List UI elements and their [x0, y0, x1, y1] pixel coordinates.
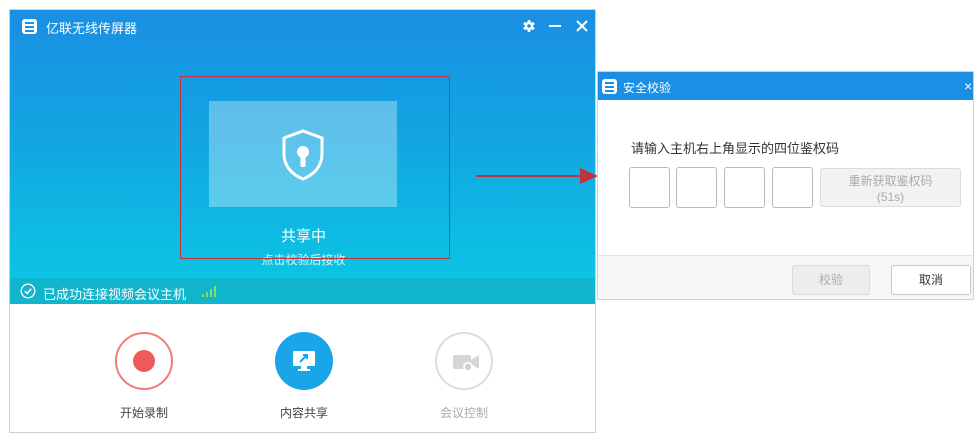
dialog-title: 安全校验 [623, 81, 672, 95]
start-recording-label: 开始录制 [119, 406, 168, 420]
auth-code-digit-1[interactable] [629, 167, 670, 208]
meeting-control-button[interactable]: 会议控制 [432, 332, 496, 420]
auth-code-prompt: 请输入主机右上角显示的四位鉴权码 [631, 141, 840, 156]
verify-button[interactable]: 校验 [792, 265, 870, 295]
highlight-box [180, 76, 450, 259]
minimize-icon[interactable] [544, 15, 566, 37]
content-share-label: 内容共享 [279, 406, 328, 420]
window-title: 亿联无线传屏器 [46, 21, 138, 36]
start-recording-button[interactable]: 开始录制 [112, 332, 176, 420]
signal-bars-icon [200, 284, 222, 303]
arrow-right-icon [476, 166, 600, 191]
screen-share-icon[interactable] [275, 332, 333, 390]
content-share-button[interactable]: 内容共享 [272, 332, 336, 420]
security-check-dialog: 安全校验 × 请输入主机右上角显示的四位鉴权码 重新获取鉴权码 (51s) 校验… [597, 71, 974, 300]
title-bar: 亿联无线传屏器 [10, 10, 595, 42]
connection-status-text: 已成功连接视频会议主机 [43, 287, 187, 302]
refresh-auth-code-button[interactable]: 重新获取鉴权码 (51s) [820, 168, 961, 207]
app-logo-icon [602, 79, 617, 94]
app-logo-icon [22, 19, 37, 34]
cancel-button[interactable]: 取消 [891, 265, 971, 295]
close-icon[interactable] [571, 15, 593, 37]
dialog-title-bar: 安全校验 × [598, 72, 973, 100]
gear-icon[interactable] [518, 15, 540, 37]
meeting-control-label: 会议控制 [439, 406, 488, 420]
connection-status-bar: 已成功连接视频会议主机 [10, 278, 595, 304]
record-icon[interactable] [115, 332, 173, 390]
close-icon[interactable]: × [964, 78, 972, 94]
check-circle-icon [20, 283, 36, 304]
auth-code-digit-4[interactable] [772, 167, 813, 208]
refresh-auth-code-label: 重新获取鉴权码 [848, 174, 933, 188]
auth-code-digit-3[interactable] [724, 167, 765, 208]
refresh-countdown: (51s) [876, 190, 905, 204]
meeting-control-icon[interactable] [435, 332, 493, 390]
auth-code-digit-2[interactable] [676, 167, 717, 208]
